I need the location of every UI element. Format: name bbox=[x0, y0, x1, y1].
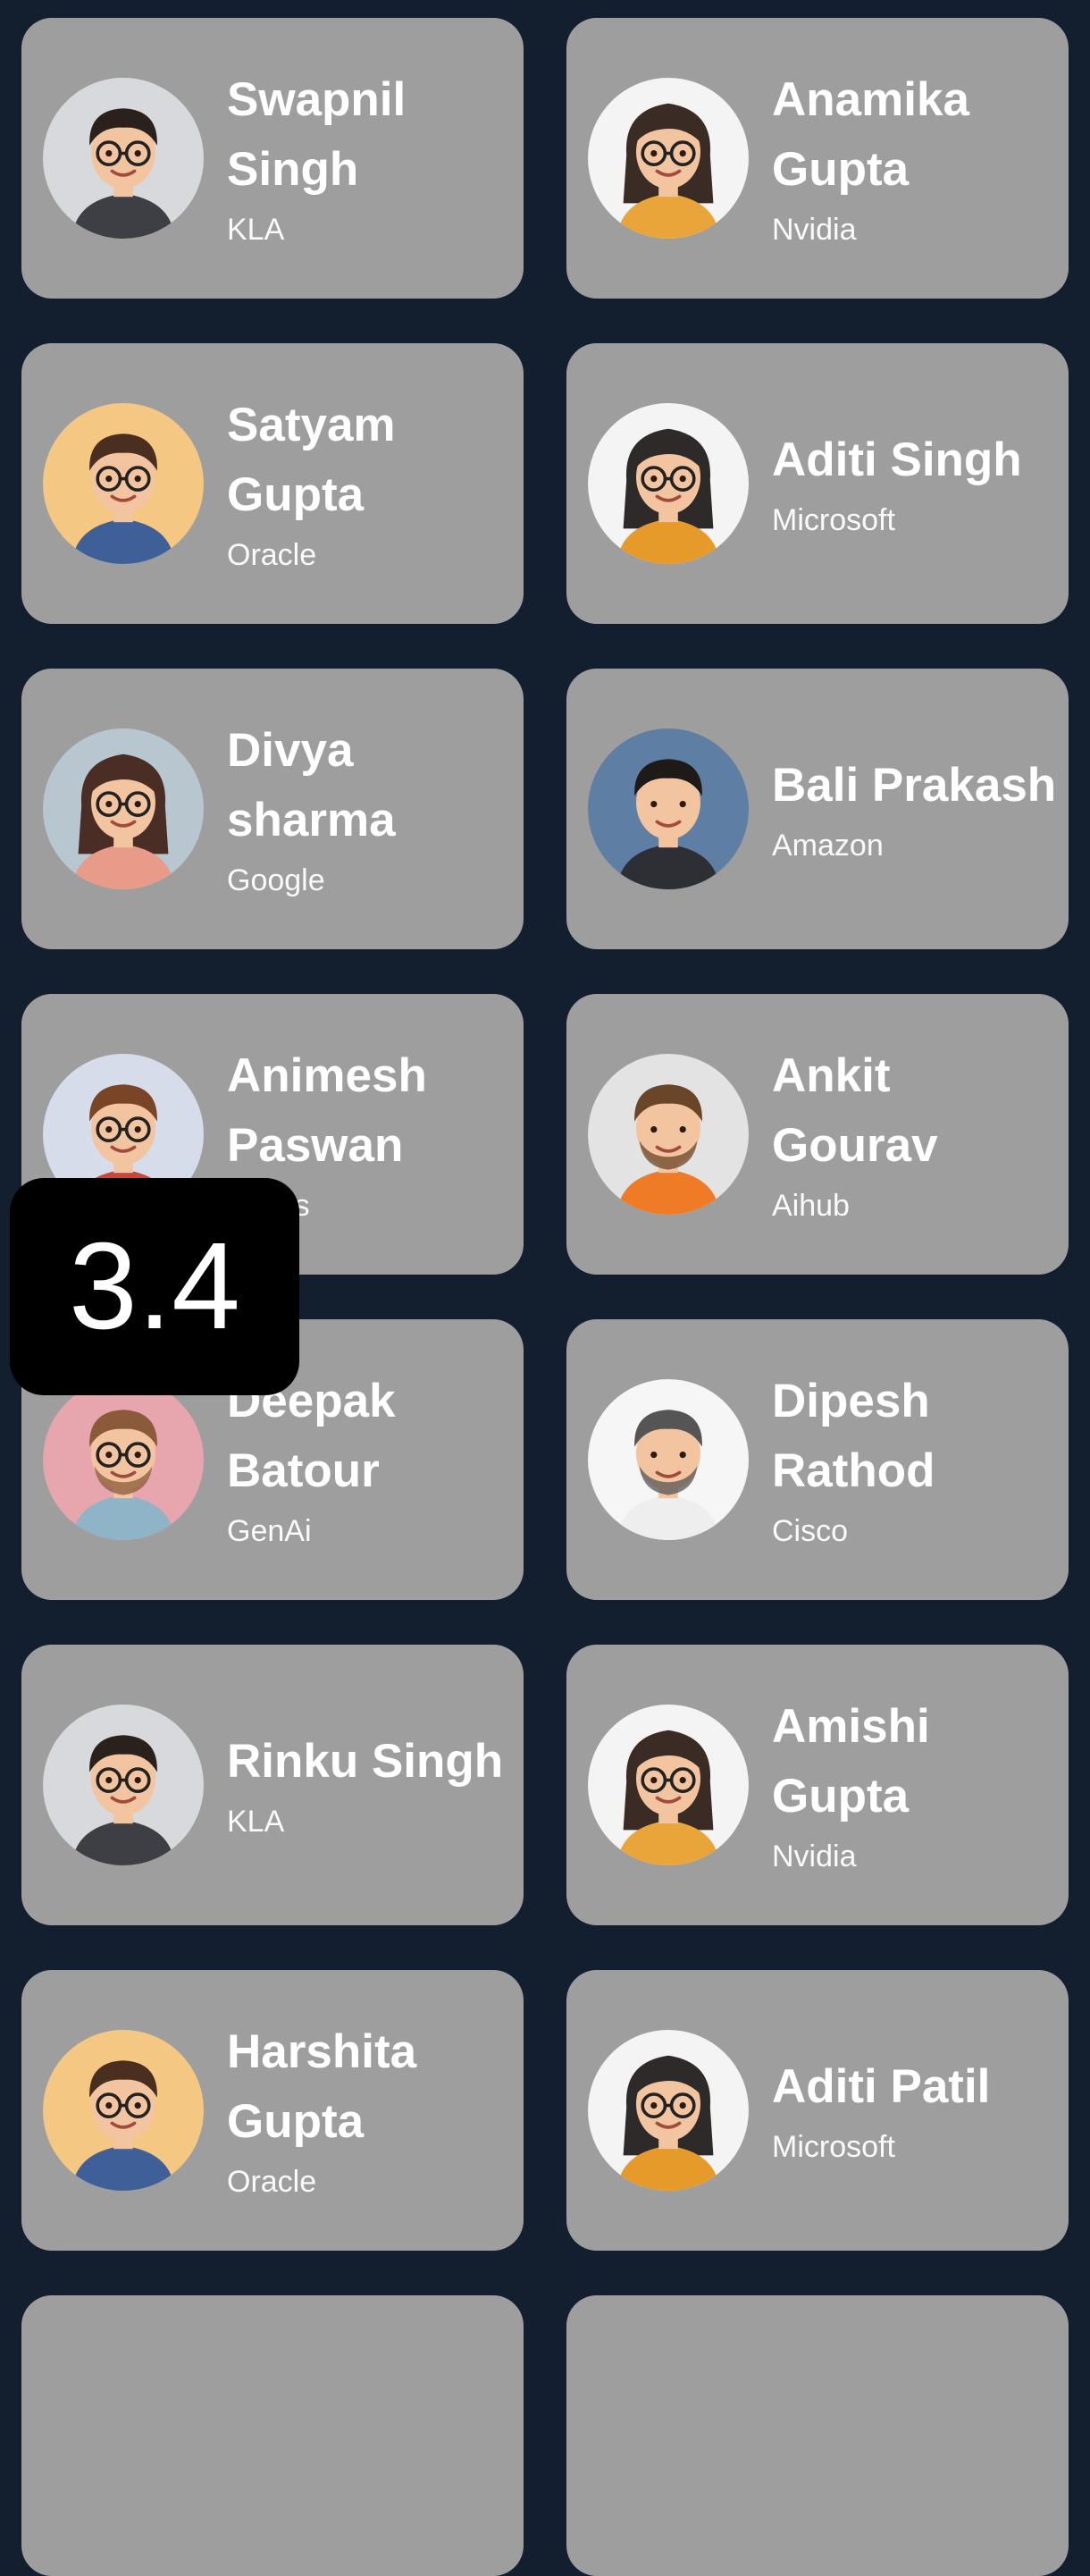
contact-card[interactable]: Divya sharma Google bbox=[21, 669, 524, 949]
toast-popup: 3.4 bbox=[10, 1178, 299, 1395]
contact-name: Anamika Gupta bbox=[772, 73, 969, 196]
man-beard-avatar bbox=[588, 1054, 749, 1215]
businessman-avatar bbox=[43, 1705, 204, 1865]
contact-name: Divya sharma bbox=[227, 724, 396, 846]
contact-info: Harshita Gupta Oracle bbox=[227, 2017, 524, 2203]
contact-company: Nvidia bbox=[772, 1839, 857, 1873]
contact-info: Dipesh Rathod Cisco bbox=[772, 1367, 1069, 1553]
contact-info: Rinku Singh KLA bbox=[227, 1727, 503, 1843]
contact-company: Nvidia bbox=[772, 213, 857, 247]
contact-card[interactable]: Bali Prakash Amazon bbox=[566, 669, 1069, 949]
contact-company: Cisco bbox=[772, 1514, 849, 1548]
girl-glasses-avatar bbox=[588, 1705, 749, 1865]
contact-card[interactable]: Aditi Singh Microsoft bbox=[566, 343, 1069, 624]
man-spiky-hair-avatar bbox=[588, 1379, 749, 1540]
contacts-grid: Swapnil Singh KLA Anamika Gupta Nvidia Satya… bbox=[0, 0, 1090, 2576]
contact-company: Aihub bbox=[772, 1189, 850, 1223]
contact-info: Satyam Gupta Oracle bbox=[227, 391, 524, 577]
contact-company: Microsoft bbox=[772, 503, 895, 537]
woman-short-hair-avatar bbox=[43, 728, 204, 889]
contact-name: Harshita Gupta bbox=[227, 2025, 417, 2148]
contact-info: Swapnil Singh KLA bbox=[227, 65, 524, 251]
contact-name: Aditi Singh bbox=[772, 434, 1022, 486]
contact-card[interactable]: Anamika Gupta Nvidia bbox=[566, 18, 1069, 299]
contact-info: Aditi Singh Microsoft bbox=[772, 425, 1022, 542]
contact-info: Aditi Patil Microsoft bbox=[772, 2052, 990, 2168]
contact-card[interactable]: Satyam Gupta Oracle bbox=[21, 343, 524, 624]
businessman-avatar bbox=[43, 78, 204, 239]
contact-card[interactable]: Amishi Gupta Nvidia bbox=[566, 1645, 1069, 1925]
man-goatee-glasses-avatar bbox=[43, 1379, 204, 1540]
contact-card[interactable]: Harshita Gupta Oracle bbox=[21, 1970, 524, 2251]
contact-company: Google bbox=[227, 863, 325, 897]
contact-info: Divya sharma Google bbox=[227, 716, 524, 902]
contact-company: Microsoft bbox=[772, 2130, 895, 2164]
contact-company: Oracle bbox=[227, 2165, 317, 2199]
contact-info: Anamika Gupta Nvidia bbox=[772, 65, 1069, 251]
contact-card[interactable]: Rinku Singh KLA bbox=[21, 1645, 524, 1925]
contact-card-partial[interactable] bbox=[21, 2295, 524, 2576]
contact-card[interactable]: Swapnil Singh KLA bbox=[21, 18, 524, 299]
contact-name: Animesh Paswan bbox=[227, 1049, 427, 1172]
contact-name: Rinku Singh bbox=[227, 1735, 504, 1788]
contact-info: Ankit Gourav Aihub bbox=[772, 1041, 1069, 1227]
man-hoodie-avatar bbox=[588, 728, 749, 889]
contact-name: Satyam Gupta bbox=[227, 399, 396, 521]
contact-name: Dipesh Rathod bbox=[772, 1375, 935, 1497]
contact-company: Oracle bbox=[227, 538, 317, 572]
contact-company: Amazon bbox=[772, 829, 884, 863]
contact-name: Ankit Gourav bbox=[772, 1049, 938, 1172]
woman-round-glasses-avatar bbox=[588, 403, 749, 564]
contact-name: Amishi Gupta bbox=[772, 1700, 930, 1823]
contact-company: KLA bbox=[227, 213, 285, 247]
contact-name: Swapnil Singh bbox=[227, 73, 407, 196]
contact-card-partial[interactable] bbox=[566, 2295, 1069, 2576]
contact-info: Amishi Gupta Nvidia bbox=[772, 1692, 1069, 1878]
contact-company: KLA bbox=[227, 1805, 285, 1839]
contact-company: GenAi bbox=[227, 1514, 312, 1548]
girl-glasses-avatar bbox=[588, 78, 749, 239]
woman-round-glasses-avatar bbox=[588, 2030, 749, 2191]
toast-text: 3.4 bbox=[69, 1217, 240, 1355]
contact-card[interactable]: Aditi Patil Microsoft bbox=[566, 1970, 1069, 2251]
contact-card[interactable]: Dipesh Rathod Cisco bbox=[566, 1319, 1069, 1600]
man-glasses-avatar bbox=[43, 2030, 204, 2191]
man-glasses-avatar bbox=[43, 403, 204, 564]
contact-card[interactable]: Ankit Gourav Aihub bbox=[566, 994, 1069, 1275]
contact-name: Aditi Patil bbox=[772, 2060, 991, 2113]
contact-info: Bali Prakash Amazon bbox=[772, 751, 1056, 867]
contact-name: Bali Prakash bbox=[772, 759, 1057, 812]
